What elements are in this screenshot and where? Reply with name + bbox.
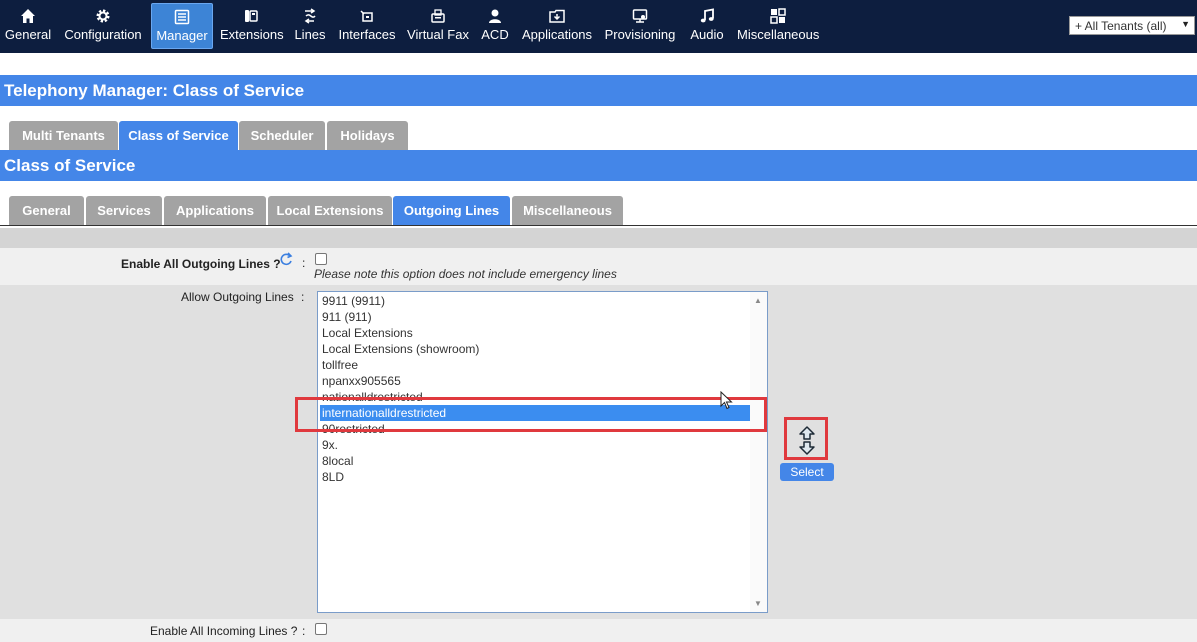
nav-audio[interactable]: Audio (688, 0, 726, 53)
listbox-scrollbar[interactable]: ▲ ▼ (750, 292, 767, 612)
tab-holidays[interactable]: Holidays (327, 121, 408, 150)
nav-applications[interactable]: Applications (521, 0, 593, 53)
manager-icon (152, 9, 212, 27)
list-item[interactable]: 911 (911) (320, 309, 750, 325)
enable-all-incoming-label: Enable All Incoming Lines ? (150, 624, 298, 638)
nav-miscellaneous[interactable]: Miscellaneous (737, 0, 819, 53)
select-button[interactable]: Select (780, 463, 834, 481)
form-header-stripe (0, 228, 1197, 248)
tab-applications[interactable]: Applications (164, 196, 266, 225)
tab-local-extensions[interactable]: Local Extensions (268, 196, 392, 225)
tenant-select[interactable]: + All Tenants (all) ▼ (1069, 16, 1195, 35)
enable-all-outgoing-checkbox[interactable] (315, 253, 327, 265)
scroll-down-icon[interactable]: ▼ (754, 599, 762, 608)
page-title: Telephony Manager: Class of Service (0, 75, 1197, 106)
enable-all-incoming-checkbox[interactable] (315, 623, 327, 635)
move-up-arrow-icon (799, 426, 815, 440)
dropdown-arrow-icon: ▼ (1181, 19, 1190, 29)
lines-icon (293, 8, 327, 26)
move-down-arrow-icon (799, 441, 815, 455)
scroll-up-icon[interactable]: ▲ (754, 296, 762, 305)
list-item[interactable]: 9x. (320, 437, 750, 453)
tab-services[interactable]: Services (86, 196, 162, 225)
mouse-cursor-icon (720, 390, 734, 416)
extensions-icon (220, 8, 282, 26)
list-item[interactable]: 9911 (9911) (320, 293, 750, 309)
move-up-down-control[interactable] (793, 425, 821, 457)
agent-icon (480, 8, 510, 26)
tab-scheduler[interactable]: Scheduler (239, 121, 325, 150)
list-item[interactable]: npanxx905565 (320, 373, 750, 389)
grid-icon (737, 8, 819, 26)
tab-general[interactable]: General (9, 196, 84, 225)
colon: : (302, 624, 306, 638)
nav-general[interactable]: General (3, 0, 53, 53)
tab-outgoing-lines[interactable]: Outgoing Lines (393, 196, 510, 225)
tenant-select-value: + All Tenants (all) (1075, 19, 1167, 33)
gear-icon (62, 8, 144, 26)
music-note-icon (688, 8, 726, 26)
list-item[interactable]: tollfree (320, 357, 750, 373)
list-item[interactable]: Local Extensions (showroom) (320, 341, 750, 357)
sub-tabs: General Services Applications Local Exte… (0, 196, 1197, 226)
highlight-box (295, 397, 767, 432)
nav-manager[interactable]: Manager (151, 3, 213, 49)
nav-acd[interactable]: ACD (480, 0, 510, 53)
list-item[interactable]: 8LD (320, 469, 750, 485)
enable-all-outgoing-label: Enable All Outgoing Lines ? (121, 257, 281, 271)
tab-multi-tenants[interactable]: Multi Tenants (9, 121, 118, 150)
nav-virtual-fax[interactable]: Virtual Fax (406, 0, 470, 53)
applications-icon (521, 8, 593, 26)
list-item[interactable]: Local Extensions (320, 325, 750, 341)
colon: : (301, 290, 305, 304)
nav-extensions[interactable]: Extensions (220, 0, 284, 53)
interfaces-icon (338, 8, 396, 26)
refresh-icon[interactable] (279, 252, 293, 272)
allow-outgoing-label: Allow Outgoing Lines (181, 290, 294, 304)
tab-miscellaneous[interactable]: Miscellaneous (512, 196, 623, 225)
provisioning-icon (604, 8, 676, 26)
top-tabs: Multi Tenants Class of Service Scheduler… (0, 121, 1197, 151)
nav-lines[interactable]: Lines (293, 0, 327, 53)
emergency-note: Please note this option does not include… (314, 267, 617, 281)
nav-interfaces[interactable]: Interfaces (338, 0, 396, 53)
nav-configuration[interactable]: Configuration (62, 0, 144, 53)
section-title: Class of Service (0, 150, 1197, 181)
outgoing-lines-listbox[interactable]: 9911 (9911) 911 (911) Local Extensions L… (317, 291, 768, 613)
colon: : (302, 256, 306, 270)
nav-provisioning[interactable]: Provisioning (604, 0, 676, 53)
top-nav: General Configuration Manager Extensions… (0, 0, 1197, 53)
list-item[interactable]: 8local (320, 453, 750, 469)
home-icon (3, 8, 53, 26)
tab-class-of-service[interactable]: Class of Service (119, 121, 238, 150)
fax-icon (406, 8, 470, 26)
